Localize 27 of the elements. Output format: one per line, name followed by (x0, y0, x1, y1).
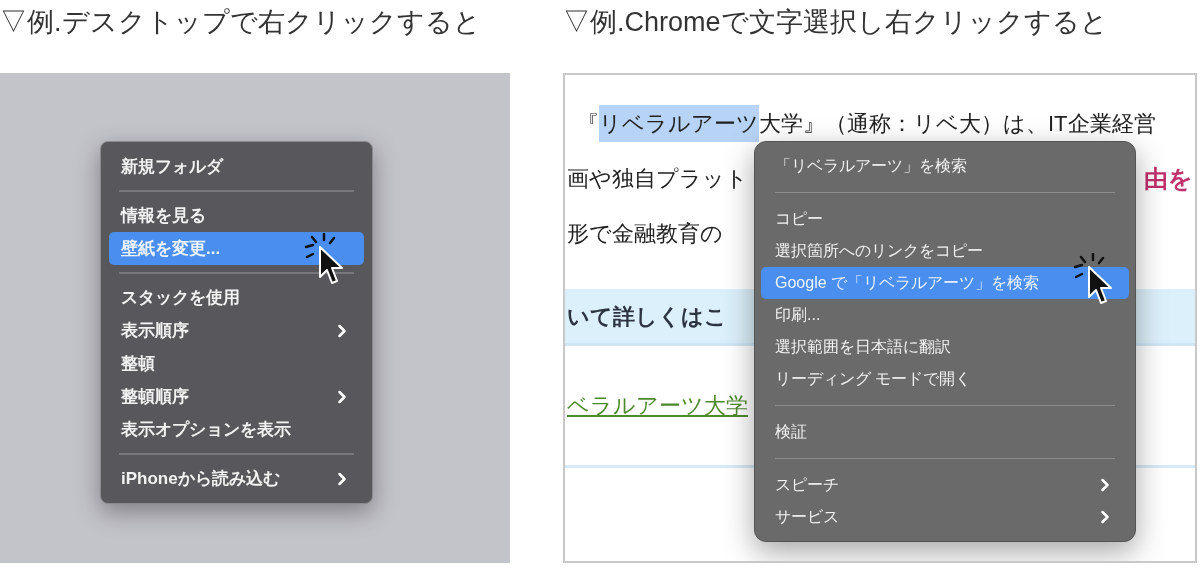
menu-item[interactable]: 整頓 (109, 347, 364, 380)
menu-item[interactable]: 選択範囲を日本語に翻訳 (761, 331, 1129, 363)
menu-item[interactable]: スタックを使用 (109, 281, 364, 314)
menu-item[interactable]: 印刷... (761, 299, 1129, 331)
menu-item[interactable]: サービス (761, 501, 1129, 533)
menu-item[interactable]: 表示順序 (109, 314, 364, 347)
highlighted-text: 由を (1144, 163, 1193, 194)
menu-item[interactable]: 情報を見る (109, 199, 364, 232)
menu-item[interactable]: 整頓順序 (109, 380, 364, 413)
menu-item[interactable]: コピー (761, 203, 1129, 235)
menu-item[interactable]: 表示オプションを表示 (109, 413, 364, 446)
paragraph-text: 『リベラルアーツ大学』（通称：リベ大）は、IT企業経営 (577, 107, 1156, 140)
paragraph-text: 画や独自プラット (567, 165, 748, 193)
menu-item[interactable]: 検証 (761, 416, 1129, 448)
section-heading: ▽例.Chromeで文字選択し右クリックすると (563, 6, 1109, 39)
menu-item[interactable]: スピーチ (761, 469, 1129, 501)
page-link[interactable]: ベラルアーツ大学 (567, 389, 748, 422)
menu-item[interactable]: リーディング モードで開く (761, 363, 1129, 395)
menu-item[interactable]: 壁紙を変更... (109, 232, 364, 265)
banner-text: いて詳しくはこ (567, 302, 727, 331)
section-heading: ▽例.デスクトップで右クリックすると (0, 6, 482, 39)
paragraph-text: 形で金融教育の (567, 220, 723, 248)
menu-item[interactable]: 選択箇所へのリンクをコピー (761, 235, 1129, 267)
menu-item[interactable]: 新規フォルダ (109, 150, 364, 183)
menu-item[interactable]: Google で「リベラルアーツ」を検索 (761, 267, 1129, 299)
menu-item[interactable]: iPhoneから読み込む (109, 462, 364, 495)
menu-item[interactable]: 「リベラルアーツ」を検索 (761, 150, 1129, 182)
